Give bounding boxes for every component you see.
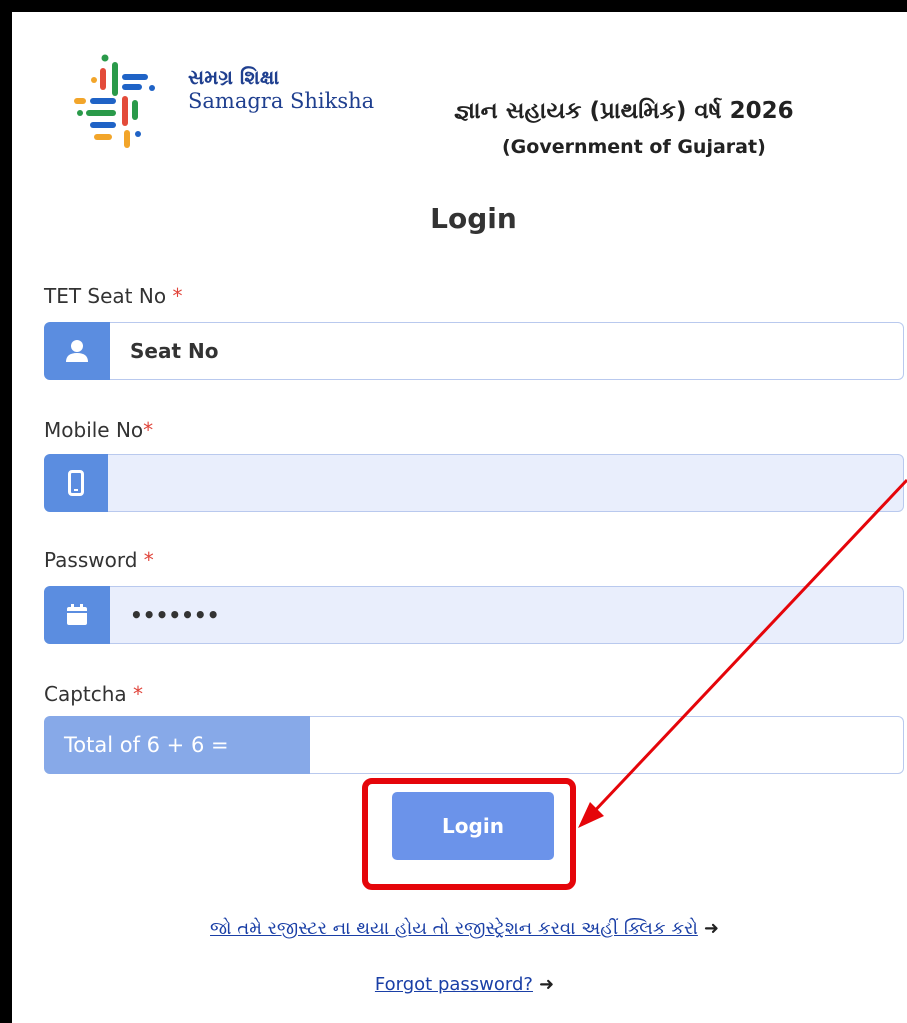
calendar-icon bbox=[44, 586, 110, 644]
logo-text: સમગ્ર શિક્ષા Samagra Shiksha bbox=[188, 66, 374, 114]
annotation-highlight-box bbox=[362, 778, 576, 890]
password-group: ••••••• bbox=[44, 586, 904, 644]
captcha-label-text: Captcha bbox=[44, 682, 127, 706]
captcha-question: Total of 6 + 6 = bbox=[44, 716, 310, 774]
register-link[interactable]: જો તમે રજીસ્ટર ના થયા હોય તો રજીસ્ટ્રેશન… bbox=[210, 918, 698, 939]
mobile-no-label-text: Mobile No bbox=[44, 418, 144, 442]
captcha-label: Captcha * bbox=[44, 682, 143, 706]
seat-no-label-text: TET Seat No bbox=[44, 284, 167, 308]
required-mark: * bbox=[143, 548, 154, 572]
password-input[interactable]: ••••••• bbox=[110, 586, 904, 644]
mobile-icon bbox=[44, 454, 108, 512]
password-label-text: Password bbox=[44, 548, 138, 572]
user-icon bbox=[44, 322, 110, 380]
logo-name-english: Samagra Shiksha bbox=[188, 89, 375, 113]
samagra-shiksha-logo bbox=[74, 54, 155, 148]
seat-no-group bbox=[44, 322, 904, 380]
page-subheading: (Government of Gujarat) bbox=[502, 136, 766, 158]
password-label: Password * bbox=[44, 548, 154, 572]
captcha-input[interactable] bbox=[310, 716, 904, 774]
mobile-no-label: Mobile No* bbox=[44, 418, 153, 442]
forgot-password-link[interactable]: Forgot password? bbox=[375, 974, 533, 995]
required-mark: * bbox=[172, 284, 183, 308]
sign-in-icon: ➜ bbox=[538, 974, 555, 995]
mobile-no-group bbox=[44, 454, 904, 512]
login-page: સમગ્ર શિક્ષા Samagra Shiksha જ્ઞાન સહાયક… bbox=[12, 12, 907, 1023]
required-mark: * bbox=[133, 682, 144, 706]
captcha-group: Total of 6 + 6 = bbox=[44, 716, 904, 774]
logo-name-gujarati: સમગ્ર શિક્ષા bbox=[188, 65, 280, 89]
page-heading: જ્ઞાન સહાયક (પ્રાથમિક) વર્ષ 2026 bbox=[454, 98, 794, 124]
sign-in-icon: ➜ bbox=[703, 918, 719, 939]
seat-no-label: TET Seat No * bbox=[44, 284, 182, 308]
register-link-row: જો તમે રજીસ્ટર ના થયા હોય તો રજીસ્ટ્રેશન… bbox=[12, 918, 907, 939]
mobile-no-input[interactable] bbox=[108, 454, 904, 512]
forgot-link-row: Forgot password? ➜ bbox=[12, 974, 907, 995]
seat-no-input[interactable] bbox=[110, 322, 904, 380]
login-title: Login bbox=[430, 202, 517, 235]
required-mark: * bbox=[143, 418, 154, 442]
